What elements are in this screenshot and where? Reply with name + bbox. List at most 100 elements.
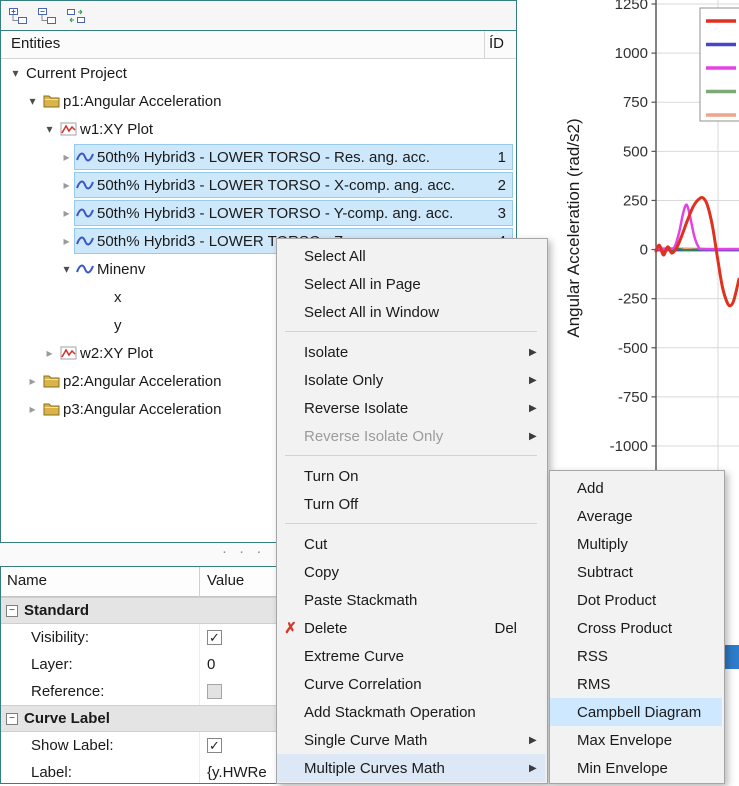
checkbox-checked[interactable]: ✓ bbox=[207, 630, 222, 645]
menu-item-copy[interactable]: Copy bbox=[277, 558, 545, 586]
tree-item-50th-hybrid3-lower-torso-x-comp-ang-acc[interactable]: ▸50th% Hybrid3 - LOWER TORSO - X-comp. a… bbox=[1, 171, 516, 199]
menu-separator bbox=[277, 518, 545, 530]
menu-item-select-all-in-window[interactable]: Select All in Window bbox=[277, 298, 545, 326]
legend-box bbox=[700, 8, 739, 121]
expanded-arrow-icon[interactable]: ▾ bbox=[58, 262, 75, 276]
menu-item-max-envelope[interactable]: Max Envelope bbox=[550, 726, 722, 754]
tree-item-w1-xy-plot[interactable]: ▾ w1:XY Plot bbox=[1, 115, 516, 143]
menu-item-label: RSS bbox=[577, 648, 608, 665]
menu-item-label: Average bbox=[577, 508, 633, 525]
menu-shortcut: Del bbox=[494, 620, 529, 637]
collapsed-arrow-icon[interactable]: ▸ bbox=[58, 206, 75, 220]
curve-magenta-bump bbox=[656, 205, 739, 250]
tree-item-label: w1:XY Plot bbox=[78, 121, 153, 138]
collapse-group-icon[interactable]: − bbox=[6, 605, 18, 617]
property-value: 0 bbox=[207, 656, 215, 673]
menu-item-label: Select All in Window bbox=[304, 304, 439, 321]
tree-item-50th-hybrid3-lower-torso-y-comp-ang-acc[interactable]: ▸50th% Hybrid3 - LOWER TORSO - Y-comp. a… bbox=[1, 199, 516, 227]
menu-item-reverse-isolate-only[interactable]: Reverse Isolate Only▶ bbox=[277, 422, 545, 450]
menu-item-add[interactable]: Add bbox=[550, 474, 722, 502]
collapsed-arrow-icon[interactable]: ▸ bbox=[58, 150, 75, 164]
delete-x-icon: ✗ bbox=[277, 619, 304, 637]
expanded-arrow-icon[interactable]: ▾ bbox=[41, 122, 58, 136]
tree-item-50th-hybrid3-lower-torso-res-ang-acc[interactable]: ▸50th% Hybrid3 - LOWER TORSO - Res. ang.… bbox=[1, 143, 516, 171]
property-name: Show Label: bbox=[31, 737, 114, 754]
collapsed-arrow-icon[interactable]: ▸ bbox=[58, 234, 75, 248]
curve-icon bbox=[75, 178, 95, 192]
menu-item-label: Min Envelope bbox=[577, 760, 668, 777]
menu-item-paste-stackmath[interactable]: Paste Stackmath bbox=[277, 586, 545, 614]
collapsed-arrow-icon[interactable]: ▸ bbox=[24, 402, 41, 416]
menu-item-select-all-in-page[interactable]: Select All in Page bbox=[277, 270, 545, 298]
value-column-header[interactable]: Value bbox=[207, 572, 244, 589]
name-column-header[interactable]: Name bbox=[7, 572, 47, 589]
menu-item-reverse-isolate[interactable]: Reverse Isolate▶ bbox=[277, 394, 545, 422]
property-name: Reference: bbox=[31, 683, 104, 700]
submenu-arrow-icon: ▶ bbox=[529, 430, 545, 442]
menu-item-label: Turn Off bbox=[304, 496, 358, 513]
menu-item-label: Dot Product bbox=[577, 592, 656, 609]
collapse-all-icon[interactable] bbox=[36, 6, 58, 26]
menu-item-label: Campbell Diagram bbox=[577, 704, 701, 721]
arrow-spacer bbox=[706, 740, 722, 741]
curve-icon bbox=[75, 234, 95, 248]
menu-item-isolate[interactable]: Isolate▶ bbox=[277, 338, 545, 366]
collapse-group-icon[interactable]: − bbox=[6, 713, 18, 725]
property-group-label: Curve Label bbox=[24, 710, 110, 727]
curve-icon bbox=[75, 206, 95, 220]
properties-column-divider bbox=[199, 567, 200, 597]
expanded-arrow-icon[interactable]: ▾ bbox=[7, 66, 24, 80]
tree-item-label: y bbox=[112, 317, 122, 334]
menu-item-turn-off[interactable]: Turn Off bbox=[277, 490, 545, 518]
tree-item-p1-angular-acceleration[interactable]: ▾p1:Angular Acceleration bbox=[1, 87, 516, 115]
tree-item-current-project[interactable]: ▾Current Project bbox=[1, 59, 516, 87]
menu-item-subtract[interactable]: Subtract bbox=[550, 558, 722, 586]
menu-item-select-all[interactable]: Select All bbox=[277, 242, 545, 270]
collapsed-arrow-icon[interactable]: ▸ bbox=[24, 374, 41, 388]
collapsed-arrow-icon[interactable]: ▸ bbox=[58, 178, 75, 192]
tree-item-label: p3:Angular Acceleration bbox=[61, 401, 221, 418]
menu-item-campbell-diagram[interactable]: Campbell Diagram bbox=[550, 698, 722, 726]
submenu-arrow-icon: ▶ bbox=[529, 734, 545, 746]
id-column-header[interactable]: ÍD bbox=[489, 35, 504, 52]
menu-item-cut[interactable]: Cut bbox=[277, 530, 545, 558]
menu-item-multiply[interactable]: Multiply bbox=[550, 530, 722, 558]
menu-item-turn-on[interactable]: Turn On bbox=[277, 462, 545, 490]
entities-column-header[interactable]: Entities bbox=[11, 35, 60, 52]
menu-item-extreme-curve[interactable]: Extreme Curve bbox=[277, 642, 545, 670]
menu-item-label: Isolate bbox=[304, 344, 348, 361]
menu-item-isolate-only[interactable]: Isolate Only▶ bbox=[277, 366, 545, 394]
y-tick-label: -1000 bbox=[610, 438, 648, 455]
menu-item-label: Single Curve Math bbox=[304, 732, 427, 749]
folder-icon bbox=[41, 402, 61, 416]
folder-icon bbox=[41, 374, 61, 388]
tree-item-label: Minenv bbox=[95, 261, 145, 278]
menu-item-cross-product[interactable]: Cross Product bbox=[550, 614, 722, 642]
checkbox-checked[interactable]: ✓ bbox=[207, 738, 222, 753]
menu-item-rss[interactable]: RSS bbox=[550, 642, 722, 670]
tree-item-label: w2:XY Plot bbox=[78, 345, 153, 362]
expanded-arrow-icon[interactable]: ▾ bbox=[24, 94, 41, 108]
menu-item-label: Copy bbox=[304, 564, 339, 581]
menu-item-add-stackmath-operation[interactable]: Add Stackmath Operation bbox=[277, 698, 545, 726]
property-group-label: Standard bbox=[24, 602, 89, 619]
menu-item-curve-correlation[interactable]: Curve Correlation bbox=[277, 670, 545, 698]
collapsed-arrow-icon[interactable]: ▸ bbox=[41, 346, 58, 360]
menu-item-rms[interactable]: RMS bbox=[550, 670, 722, 698]
arrow-spacer bbox=[529, 572, 545, 573]
menu-item-dot-product[interactable]: Dot Product bbox=[550, 586, 722, 614]
menu-item-label: Cut bbox=[304, 536, 327, 553]
menu-item-min-envelope[interactable]: Min Envelope bbox=[550, 754, 722, 782]
menu-item-average[interactable]: Average bbox=[550, 502, 722, 530]
menu-item-delete[interactable]: ✗DeleteDel bbox=[277, 614, 545, 642]
menu-item-multiple-curves-math[interactable]: Multiple Curves Math▶ bbox=[277, 754, 545, 782]
menu-item-single-curve-math[interactable]: Single Curve Math ▶ bbox=[277, 726, 545, 754]
menu-item-label: Paste Stackmath bbox=[304, 592, 417, 609]
checkbox-unchecked[interactable] bbox=[207, 684, 222, 699]
splitter-handle[interactable]: · · · bbox=[222, 543, 265, 560]
expand-all-icon[interactable] bbox=[7, 6, 29, 26]
folder-icon bbox=[41, 94, 61, 108]
y-tick-label: -500 bbox=[618, 340, 648, 357]
refresh-tree-icon[interactable] bbox=[65, 6, 87, 26]
arrow-spacer bbox=[529, 656, 545, 657]
